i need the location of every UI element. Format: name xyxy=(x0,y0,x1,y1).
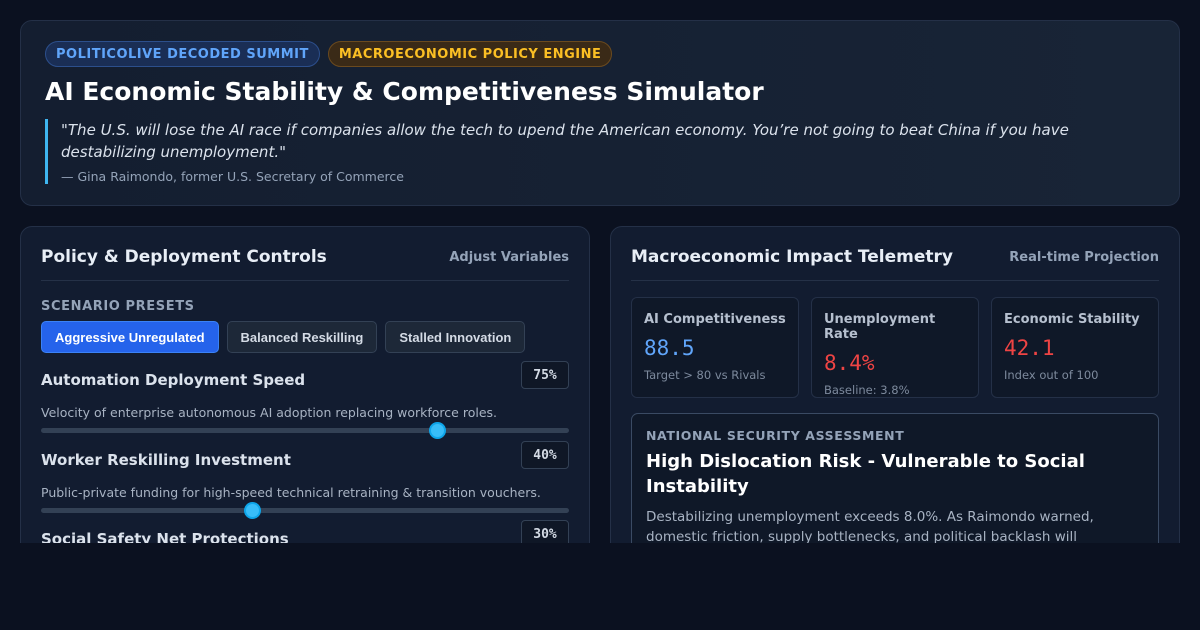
controls-aside: Adjust Variables xyxy=(449,250,569,265)
security-assessment: NATIONAL SECURITY ASSESSMENT High Disloc… xyxy=(631,413,1159,543)
metric-cards: AI Competitiveness 88.5 Target > 80 vs R… xyxy=(631,297,1159,398)
slider-description: Public-private funding for high-speed te… xyxy=(41,485,541,500)
safety-net-control: Social Safety Net Protections 30% xyxy=(41,520,569,543)
preset-balanced-reskilling[interactable]: Balanced Reskilling xyxy=(226,321,378,353)
metric-subtext: Index out of 100 xyxy=(1004,368,1099,382)
metric-value: 42.1 xyxy=(1004,336,1055,360)
preset-stalled-innovation[interactable]: Stalled Innovation xyxy=(385,321,526,353)
app-viewport: POLITICOLIVE DECODED SUMMIT MACROECONOMI… xyxy=(0,0,1200,543)
assessment-headline: High Dislocation Risk - Vulnerable to So… xyxy=(646,451,1085,497)
metric-ai-competitiveness: AI Competitiveness 88.5 Target > 80 vs R… xyxy=(631,297,799,398)
slider-label: Worker Reskilling Investment xyxy=(41,451,291,469)
metric-value: 88.5 xyxy=(644,336,695,360)
assessment-label: NATIONAL SECURITY ASSESSMENT xyxy=(646,428,905,443)
telemetry-header: Macroeconomic Impact Telemetry Real-time… xyxy=(631,247,1159,281)
presets-label: SCENARIO PRESETS xyxy=(41,299,195,314)
quote-attribution: — Gina Raimondo, former U.S. Secretary o… xyxy=(61,169,404,184)
metric-label: Unemployment Rate xyxy=(824,312,936,342)
slider-value[interactable]: 30% xyxy=(521,520,569,543)
metric-label: AI Competitiveness xyxy=(644,312,786,327)
metric-subtext: Baseline: 3.8% xyxy=(824,383,910,397)
telemetry-title: Macroeconomic Impact Telemetry xyxy=(631,247,953,267)
slider-value[interactable]: 75% xyxy=(521,361,569,389)
preset-group: Aggressive Unregulated Balanced Reskilli… xyxy=(41,321,526,353)
metric-economic-stability: Economic Stability 42.1 Index out of 100 xyxy=(991,297,1159,398)
controls-panel: Policy & Deployment Controls Adjust Vari… xyxy=(20,226,590,543)
automation-speed-control: Automation Deployment Speed 75% Velocity… xyxy=(41,361,569,439)
automation-speed-slider[interactable] xyxy=(41,422,569,439)
raimondo-quote: "The U.S. will lose the AI race if compa… xyxy=(45,119,1145,184)
reskilling-investment-control: Worker Reskilling Investment 40% Public-… xyxy=(41,441,569,519)
slider-description: Velocity of enterprise autonomous AI ado… xyxy=(41,405,497,420)
reskilling-investment-slider[interactable] xyxy=(41,502,569,519)
summit-badge: POLITICOLIVE DECODED SUMMIT xyxy=(45,41,320,67)
slider-thumb[interactable] xyxy=(429,422,446,439)
slider-label: Social Safety Net Protections xyxy=(41,530,289,543)
metric-unemployment-rate: Unemployment Rate 8.4% Baseline: 3.8% xyxy=(811,297,979,398)
slider-label: Automation Deployment Speed xyxy=(41,371,306,389)
assessment-body: Destabilizing unemployment exceeds 8.0%.… xyxy=(646,509,1094,543)
metric-subtext: Target > 80 vs Rivals xyxy=(644,368,766,382)
telemetry-panel: Macroeconomic Impact Telemetry Real-time… xyxy=(610,226,1180,543)
metric-label: Economic Stability xyxy=(1004,312,1140,327)
badge-row: POLITICOLIVE DECODED SUMMIT MACROECONOMI… xyxy=(45,41,613,67)
quote-text: "The U.S. will lose the AI race if compa… xyxy=(61,121,1069,161)
engine-badge: MACROECONOMIC POLICY ENGINE xyxy=(327,41,613,67)
preset-aggressive-unregulated[interactable]: Aggressive Unregulated xyxy=(41,321,219,353)
summit-header: POLITICOLIVE DECODED SUMMIT MACROECONOMI… xyxy=(20,20,1180,206)
slider-value[interactable]: 40% xyxy=(521,441,569,469)
metric-value: 8.4% xyxy=(824,351,875,375)
telemetry-aside: Real-time Projection xyxy=(1009,250,1159,265)
controls-title: Policy & Deployment Controls xyxy=(41,247,327,267)
page-title: AI Economic Stability & Competitiveness … xyxy=(45,77,764,106)
controls-header: Policy & Deployment Controls Adjust Vari… xyxy=(41,247,569,281)
slider-thumb[interactable] xyxy=(244,502,262,519)
